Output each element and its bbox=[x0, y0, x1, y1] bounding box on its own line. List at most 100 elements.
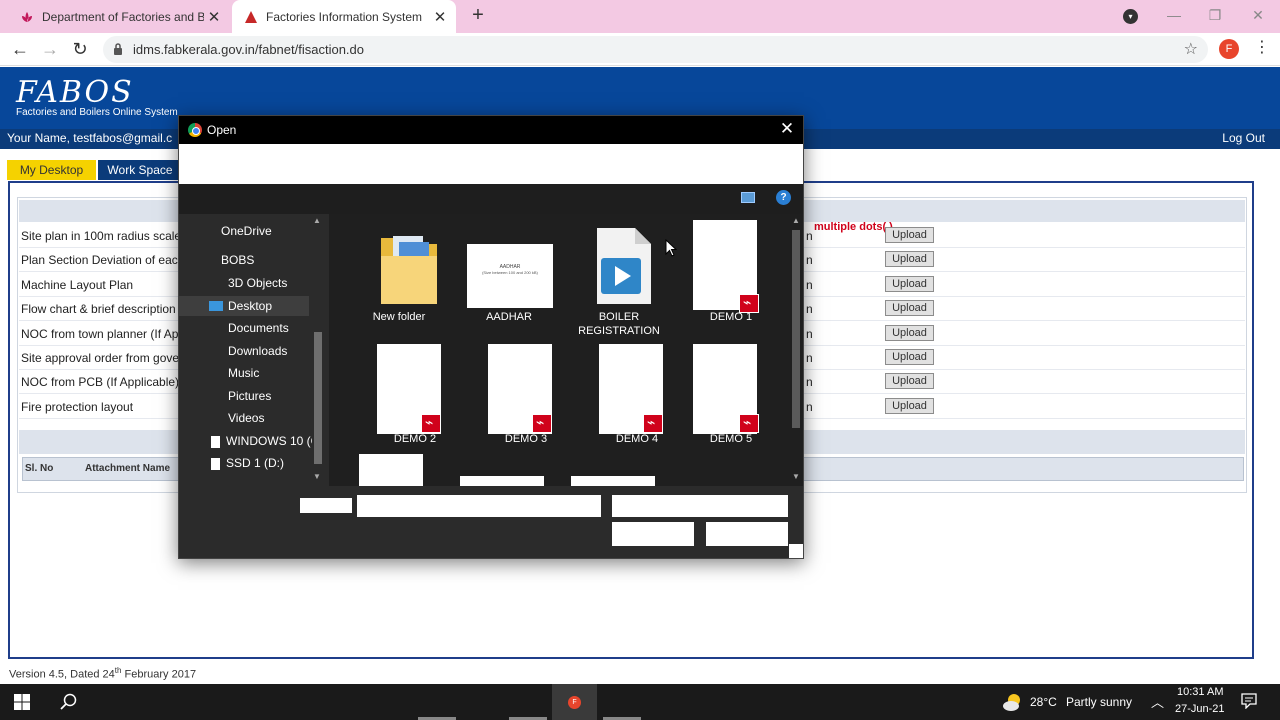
reload-icon[interactable]: ↻ bbox=[68, 37, 92, 61]
scroll-down-icon[interactable]: ▼ bbox=[792, 472, 800, 481]
tab-work-space[interactable]: Work Space bbox=[98, 160, 182, 180]
taskbar-chrome-app[interactable]: F bbox=[552, 684, 597, 720]
upload-button[interactable]: Upload bbox=[885, 300, 934, 316]
document-label: Flow chart & brief description bbox=[21, 302, 176, 316]
chevron-up-icon[interactable]: ︿ bbox=[1151, 692, 1164, 711]
scroll-down-icon[interactable]: ▼ bbox=[313, 472, 321, 481]
document-label: Site approval order from gove bbox=[21, 351, 180, 365]
document-status: n bbox=[806, 229, 813, 243]
search-icon[interactable] bbox=[60, 693, 77, 710]
document-status: n bbox=[806, 278, 813, 292]
file-item-aadhar[interactable]: AADHAR (Size between 100 and 200 kB) AAD… bbox=[459, 224, 559, 334]
dialog-title-bar: Open ✕ bbox=[179, 116, 803, 144]
browser-tab-bar: Department of Factories and Boil ✕ Facto… bbox=[0, 0, 1280, 33]
nav-scrollbar[interactable]: ▲ ▼ bbox=[312, 214, 324, 486]
document-label: Site plan in 100m radius scale bbox=[21, 229, 182, 243]
open-file-dialog: Open ✕ ? OneDrive BOBS 3D Objects Deskto… bbox=[178, 115, 804, 559]
triangle-icon bbox=[245, 10, 257, 23]
lock-icon bbox=[114, 43, 122, 55]
nav-item-music[interactable]: Music bbox=[228, 363, 312, 383]
dialog-footer bbox=[179, 486, 803, 558]
nav-item-windows-drive[interactable]: WINDOWS 10 (C bbox=[211, 431, 312, 451]
file-item-demo-2[interactable]: DEMO 2 bbox=[349, 344, 449, 456]
upload-button[interactable]: Upload bbox=[885, 227, 934, 243]
scroll-up-icon[interactable]: ▲ bbox=[313, 216, 321, 225]
nav-item-pictures[interactable]: Pictures bbox=[228, 386, 312, 406]
nav-item-videos[interactable]: Videos bbox=[228, 408, 312, 428]
document-status: n bbox=[806, 400, 813, 414]
nav-item-bobs[interactable]: BOBS bbox=[221, 250, 311, 270]
col-attachment-name: Attachment Name bbox=[85, 463, 171, 474]
minimize-icon[interactable]: — bbox=[1152, 0, 1196, 30]
logout-link[interactable]: Log Out bbox=[1222, 131, 1265, 145]
version-prefix: Version 4.5, Dated 24 bbox=[9, 668, 115, 681]
upload-button[interactable]: Upload bbox=[885, 325, 934, 341]
maximize-icon[interactable]: ❐ bbox=[1193, 0, 1237, 30]
upload-button[interactable]: Upload bbox=[885, 373, 934, 389]
scroll-thumb[interactable] bbox=[314, 332, 322, 464]
drive-icon bbox=[211, 435, 220, 448]
close-tab-icon[interactable]: ✕ bbox=[204, 8, 224, 26]
file-name: DEMO 4 bbox=[615, 433, 659, 445]
bookmark-star-icon[interactable]: ☆ bbox=[1184, 39, 1198, 59]
upload-button[interactable]: Upload bbox=[885, 251, 934, 267]
url-text: idms.fabkerala.gov.in/fabnet/fisaction.d… bbox=[133, 42, 365, 57]
back-icon[interactable]: ← bbox=[8, 37, 32, 61]
forward-icon[interactable]: → bbox=[38, 37, 62, 61]
nav-item-ssd-drive[interactable]: SSD 1 (D:) bbox=[211, 453, 312, 473]
clock-date[interactable]: 27-Jun-21 bbox=[1175, 703, 1225, 715]
new-tab-icon[interactable]: + bbox=[468, 5, 488, 25]
document-thumbnail[interactable] bbox=[571, 476, 655, 486]
scroll-up-icon[interactable]: ▲ bbox=[792, 216, 800, 225]
close-window-icon[interactable]: ✕ bbox=[1236, 0, 1280, 30]
file-list-scrollbar[interactable]: ▲ ▼ bbox=[789, 214, 803, 486]
upload-button[interactable]: Upload bbox=[885, 398, 934, 414]
file-item-demo-5[interactable]: DEMO 5 bbox=[681, 344, 781, 456]
browser-tab-factories-department[interactable]: Department of Factories and Boil ✕ bbox=[8, 0, 230, 33]
weather-text: Partly sunny bbox=[1066, 695, 1133, 709]
view-options-icon[interactable] bbox=[741, 192, 755, 203]
fabos-logo: FABOS bbox=[16, 75, 134, 110]
document-thumbnail[interactable] bbox=[359, 454, 423, 486]
nav-label: Desktop bbox=[228, 299, 273, 313]
close-icon[interactable]: ✕ bbox=[777, 119, 797, 139]
nav-item-downloads[interactable]: Downloads bbox=[228, 341, 312, 361]
close-tab-icon[interactable]: ✕ bbox=[430, 8, 450, 26]
file-item-boiler-registration[interactable]: BOILER REGISTRATION bbox=[569, 224, 669, 348]
upload-button[interactable]: Upload bbox=[885, 349, 934, 365]
file-item-demo-1[interactable]: DEMO 1 bbox=[681, 220, 781, 334]
tab-my-desktop[interactable]: My Desktop bbox=[7, 160, 96, 180]
file-name-input[interactable] bbox=[357, 495, 601, 517]
file-item-new-folder[interactable]: New folder bbox=[349, 224, 449, 334]
file-item-demo-3[interactable]: DEMO 3 bbox=[459, 344, 559, 456]
nav-label: Downloads bbox=[228, 344, 288, 358]
dialog-address-bar[interactable] bbox=[179, 144, 803, 184]
help-icon[interactable]: ? bbox=[776, 190, 791, 205]
address-bar[interactable]: idms.fabkerala.gov.in/fabnet/fisaction.d… bbox=[103, 36, 1208, 63]
scroll-thumb[interactable] bbox=[792, 230, 800, 428]
file-name: DEMO 3 bbox=[504, 433, 548, 445]
document-thumbnail[interactable] bbox=[460, 476, 544, 486]
media-control-icon[interactable]: ▾ bbox=[1123, 9, 1138, 24]
nav-item-onedrive[interactable]: OneDrive bbox=[221, 221, 311, 241]
clock-time[interactable]: 10:31 AM bbox=[1177, 686, 1223, 698]
resize-grip[interactable] bbox=[789, 544, 803, 558]
nav-item-desktop[interactable]: Desktop bbox=[179, 296, 309, 316]
nav-label: Music bbox=[228, 366, 260, 380]
nav-item-documents[interactable]: Documents bbox=[228, 318, 312, 338]
nav-item-3d-objects[interactable]: 3D Objects bbox=[228, 273, 312, 293]
file-name: New folder bbox=[372, 311, 426, 323]
nav-label: Documents bbox=[228, 321, 289, 335]
upload-button[interactable]: Upload bbox=[885, 276, 934, 292]
browser-tab-factories-info[interactable]: Factories Information System ✕ bbox=[232, 0, 456, 33]
windows-start-icon[interactable] bbox=[14, 694, 30, 710]
chrome-icon: F bbox=[568, 696, 581, 709]
profile-avatar[interactable]: F bbox=[1219, 39, 1239, 59]
open-button[interactable] bbox=[612, 522, 694, 546]
version-suffix: February 2017 bbox=[121, 668, 197, 681]
notifications-icon[interactable] bbox=[1241, 693, 1257, 709]
file-type-select[interactable] bbox=[612, 495, 788, 517]
cancel-button[interactable] bbox=[706, 522, 788, 546]
browser-menu-icon[interactable]: ⋮ bbox=[1254, 38, 1270, 58]
file-item-demo-4[interactable]: DEMO 4 bbox=[569, 344, 669, 456]
